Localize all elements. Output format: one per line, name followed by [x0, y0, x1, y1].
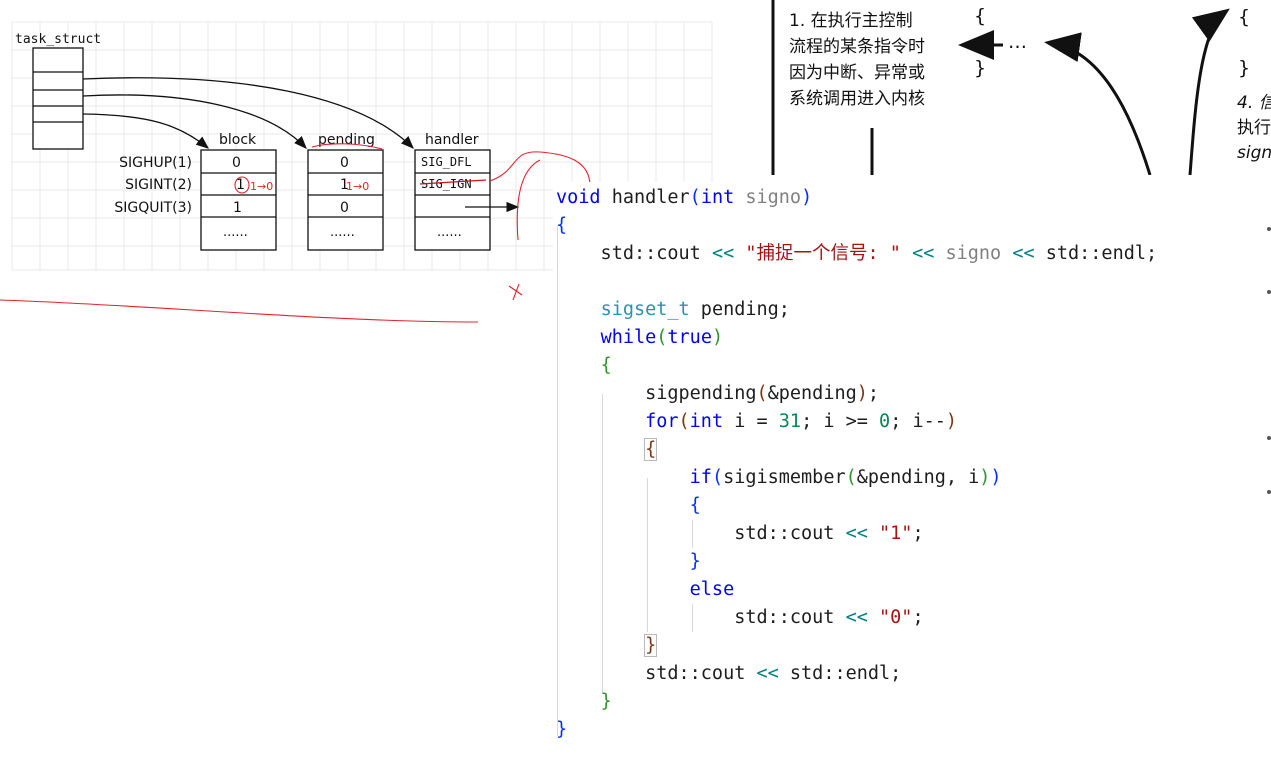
block-value-1: 0	[232, 155, 241, 171]
block-value-3: 1	[233, 200, 242, 216]
code-line-20: }	[556, 719, 568, 740]
handler-header: handler	[425, 132, 479, 148]
signal-label-sigint: SIGINT(2)	[125, 177, 192, 193]
signal-flow-fragment: 1. 在执行主控制 流程的某条指令时 因为中断、异常或 系统调用进入内核 { ……	[760, 0, 1271, 175]
code-line-10: {	[644, 438, 658, 461]
pending-value-1: 0	[340, 155, 349, 171]
code-line-14: }	[689, 551, 701, 572]
code-line-13: std::cout << "1";	[556, 523, 924, 544]
annotation-pending: 1→0	[346, 180, 369, 193]
code-line-7: {	[600, 355, 612, 376]
code-line-5: sigset_t pending;	[600, 299, 790, 320]
step1-line-2: 流程的某条指令时	[789, 37, 925, 57]
step4-line-3: sign	[1237, 143, 1271, 163]
code-line-15: else	[689, 579, 735, 600]
code-line-12: {	[689, 495, 701, 516]
bullet-dot	[1267, 436, 1271, 440]
task-struct-label: task_struct	[15, 32, 101, 47]
code-line-1: void handler(int signo)	[556, 187, 813, 208]
code-line-6: while(true)	[600, 327, 724, 348]
main-brace-open: {	[974, 5, 987, 27]
code-line-9: for(int i = 31; i >= 0; i--)	[645, 411, 958, 432]
code-line-19: }	[600, 691, 612, 712]
step1-line-4: 系统调用进入内核	[789, 89, 925, 109]
block-ellipsis: ......	[223, 225, 248, 240]
code-editor[interactable]: void handler(int signo) { std::cout << "…	[553, 182, 1271, 757]
block-header: block	[219, 132, 257, 148]
handler-brace-close: }	[1238, 57, 1251, 79]
step4-line-2: 执行	[1237, 118, 1271, 138]
handler-ellipsis: ......	[437, 225, 462, 240]
step1-line-1: 1. 在执行主控制	[789, 11, 913, 31]
main-brace-close: }	[974, 57, 987, 79]
code-line-8: sigpending(&pending);	[556, 383, 880, 404]
code-line-18: std::cout << std::endl;	[556, 663, 902, 684]
task-struct-box	[32, 47, 84, 150]
token-void: void	[556, 187, 601, 208]
bullet-dot	[1267, 290, 1271, 294]
step1-line-3: 因为中断、异常或	[789, 63, 925, 83]
code-line-16: std::cout << "0";	[556, 607, 924, 628]
signal-label-sigquit: SIGQUIT(3)	[114, 200, 192, 216]
code-line-17: }	[644, 634, 658, 657]
main-dots: …	[1008, 31, 1027, 53]
pending-value-3: 0	[340, 200, 349, 216]
step4-line-1: 4. 信	[1237, 93, 1271, 113]
annotation-block: 1→0	[250, 180, 273, 193]
code-line-11: if(sigismember(&pending, i))	[689, 467, 1002, 488]
code-line-2: {	[556, 215, 568, 236]
bullet-dot	[1267, 227, 1271, 231]
signal-label-sighup: SIGHUP(1)	[119, 155, 192, 171]
code-line-3: std::cout << "捕捉一个信号: " << signo << std:…	[556, 243, 1158, 264]
handler-value-1: SIG_DFL	[421, 155, 472, 169]
pending-ellipsis: ......	[330, 225, 355, 240]
bullet-dot	[1267, 490, 1271, 494]
handler-brace-open: {	[1238, 6, 1251, 28]
